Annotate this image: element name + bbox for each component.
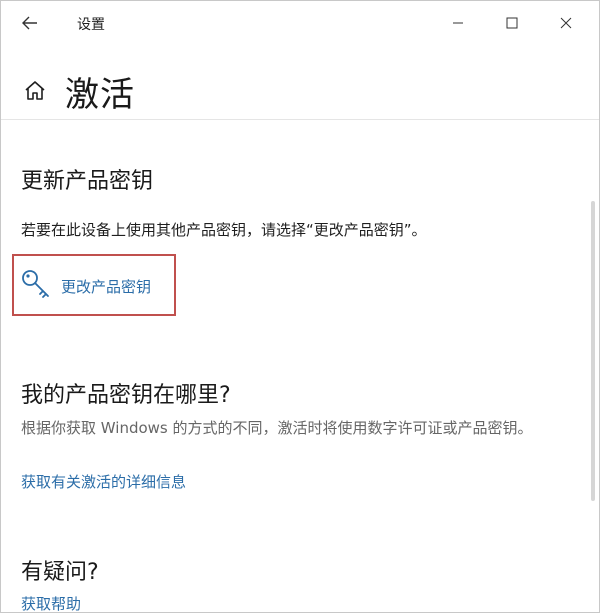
title-bar: 设置 <box>1 1 599 45</box>
settings-window: 设置 激活 更新产品密钥 若要在此设备上使用其他产品密钥，请选择“更改产品密钥”… <box>0 0 600 613</box>
maximize-button[interactable] <box>489 1 535 45</box>
close-icon <box>560 17 572 29</box>
close-button[interactable] <box>543 1 589 45</box>
home-icon[interactable] <box>23 79 47 103</box>
update-key-heading: 更新产品密钥 <box>21 169 154 194</box>
minimize-button[interactable] <box>435 1 481 45</box>
scrollbar[interactable] <box>591 201 595 501</box>
minimize-icon <box>453 22 463 24</box>
activation-info-link[interactable]: 获取有关激活的详细信息 <box>21 471 186 492</box>
questions-heading: 有疑问? <box>21 560 99 585</box>
change-product-key-button[interactable]: 更改产品密钥 <box>61 276 151 297</box>
key-icon[interactable] <box>20 268 52 300</box>
header-divider <box>1 119 599 120</box>
maximize-icon <box>506 17 518 29</box>
page-title: 激活 <box>65 75 135 115</box>
get-help-link[interactable]: 获取帮助 <box>21 593 81 612</box>
back-button[interactable] <box>1 1 59 45</box>
window-title: 设置 <box>77 17 105 33</box>
where-key-heading: 我的产品密钥在哪里? <box>21 383 231 408</box>
page-header: 激活 <box>1 59 599 119</box>
where-key-description: 根据你获取 Windows 的方式的不同，激活时将使用数字许可证或产品密钥。 <box>21 419 533 437</box>
update-key-description: 若要在此设备上使用其他产品密钥，请选择“更改产品密钥”。 <box>21 221 427 239</box>
back-arrow-icon <box>22 16 37 30</box>
